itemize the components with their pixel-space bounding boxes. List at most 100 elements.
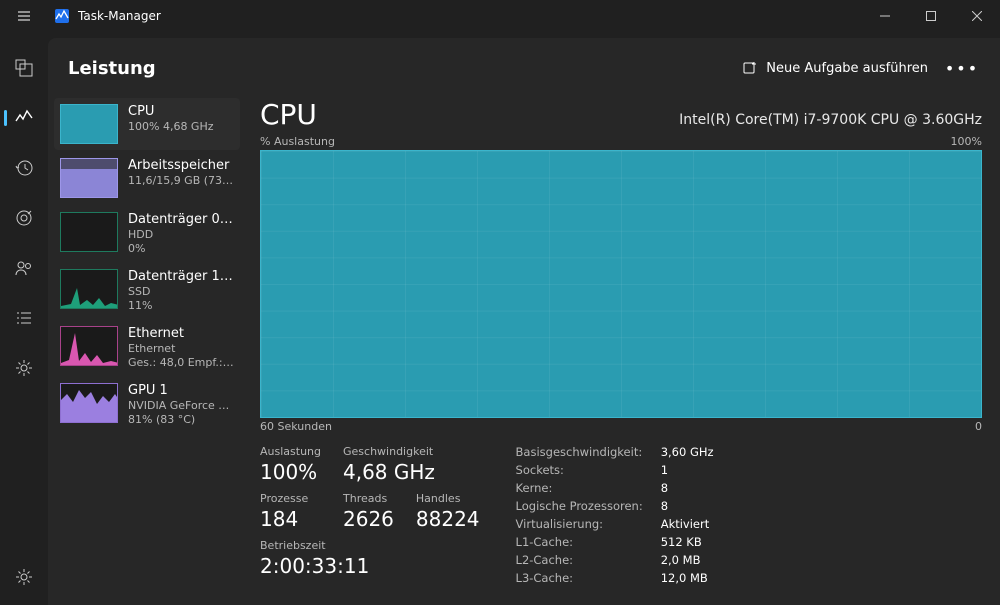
nav-performance[interactable] (4, 100, 44, 136)
app-title: Task-Manager (78, 9, 161, 23)
perf-sub: Ges.: 48,0 Empf.: 128 KB (128, 356, 234, 369)
stat-key: L1-Cache: (516, 535, 643, 549)
perf-sub: 0% (128, 242, 234, 255)
stat-label: Threads (343, 492, 394, 505)
nav-users[interactable] (4, 250, 44, 286)
stat-value: 184 (260, 507, 321, 531)
startup-icon (15, 209, 33, 227)
stat-key: L3-Cache: (516, 571, 643, 585)
performance-icon (15, 109, 33, 127)
perf-name: Arbeitsspeicher (128, 158, 234, 173)
chart-label-100: 100% (951, 135, 982, 148)
perf-name: Datenträger 0 (D:) (128, 212, 234, 227)
perf-item-memory[interactable]: Arbeitsspeicher 11,6/15,9 GB (73%) (54, 152, 240, 204)
stat-value: 100% (260, 460, 321, 484)
stat-val: Aktiviert (661, 517, 714, 531)
close-icon (972, 11, 982, 21)
stat-val: 3,60 GHz (661, 445, 714, 459)
stats-right: Basisgeschwindigkeit: 3,60 GHz Sockets: … (516, 445, 714, 585)
stat-label: Prozesse (260, 492, 321, 505)
stat-key: Sockets: (516, 463, 643, 477)
stat-key: Kerne: (516, 481, 643, 495)
detail-pane: CPU Intel(R) Core(TM) i7-9700K CPU @ 3.6… (246, 98, 1000, 605)
maximize-button[interactable] (908, 0, 954, 32)
perf-sub: 11% (128, 299, 234, 312)
app-icon (54, 8, 70, 24)
minimize-icon (880, 11, 890, 21)
mini-graph-memory (60, 158, 118, 198)
minimize-button[interactable] (862, 0, 908, 32)
nav-app-history[interactable] (4, 150, 44, 186)
performance-list: CPU 100% 4,68 GHz Arbeitsspeicher 11,6/1… (48, 98, 246, 605)
perf-sub: 11,6/15,9 GB (73%) (128, 174, 234, 187)
cpu-utilization-chart (260, 150, 982, 418)
perf-name: GPU 1 (128, 383, 234, 398)
perf-name: CPU (128, 104, 214, 119)
perf-item-disk1[interactable]: Datenträger 1 (C:) SSD 11% (54, 263, 240, 318)
perf-name: Datenträger 1 (C:) (128, 269, 234, 284)
stat-key: Virtualisierung: (516, 517, 643, 531)
stat-label: Geschwindigkeit (343, 445, 480, 458)
nav-settings[interactable] (4, 559, 44, 595)
mini-graph-gpu (60, 383, 118, 423)
page-header: Leistung Neue Aufgabe ausführen ••• (48, 38, 1000, 98)
stat-value: 88224 (416, 507, 480, 531)
cpu-model: Intel(R) Core(TM) i7-9700K CPU @ 3.60GHz (679, 112, 982, 128)
perf-sub: SSD (128, 285, 234, 298)
perf-sub: 81% (83 °C) (128, 413, 234, 426)
titlebar: Task-Manager (0, 0, 1000, 32)
perf-item-gpu[interactable]: GPU 1 NVIDIA GeForce R... 81% (83 °C) (54, 377, 240, 432)
nav-rail (0, 32, 48, 605)
mini-graph-cpu (60, 104, 118, 144)
more-button[interactable]: ••• (944, 52, 980, 84)
nav-processes[interactable] (4, 50, 44, 86)
hamburger-menu-button[interactable] (0, 0, 48, 32)
nav-startup[interactable] (4, 200, 44, 236)
detail-title: CPU (260, 98, 317, 131)
settings-icon (15, 568, 33, 586)
window-controls (862, 0, 1000, 32)
content-pane: Leistung Neue Aufgabe ausführen ••• CPU … (48, 38, 1000, 605)
new-task-icon (742, 60, 758, 76)
perf-sub: NVIDIA GeForce R... (128, 399, 234, 412)
perf-name: Ethernet (128, 326, 234, 341)
hamburger-icon (16, 8, 32, 24)
stat-value: 2626 (343, 507, 394, 531)
nav-details[interactable] (4, 300, 44, 336)
stat-key: Basisgeschwindigkeit: (516, 445, 643, 459)
mini-graph-ethernet (60, 326, 118, 366)
chart-label-0: 0 (975, 420, 982, 433)
nav-services[interactable] (4, 350, 44, 386)
stat-value: 4,68 GHz (343, 460, 480, 484)
new-task-label: Neue Aufgabe ausführen (766, 61, 928, 76)
perf-item-cpu[interactable]: CPU 100% 4,68 GHz (54, 98, 240, 150)
processes-icon (15, 59, 33, 77)
users-icon (15, 259, 33, 277)
stat-value: 2:00:33:11 (260, 554, 480, 578)
stat-val: 2,0 MB (661, 553, 714, 567)
stat-val: 8 (661, 499, 714, 513)
perf-sub: 100% 4,68 GHz (128, 120, 214, 133)
perf-sub: HDD (128, 228, 234, 241)
stat-label: Betriebszeit (260, 539, 480, 552)
stat-val: 512 KB (661, 535, 714, 549)
mini-graph-disk1 (60, 269, 118, 309)
details-icon (15, 309, 33, 327)
chart-label-util: % Auslastung (260, 135, 335, 148)
more-icon: ••• (945, 59, 979, 78)
stat-label: Auslastung (260, 445, 321, 458)
stat-val: 12,0 MB (661, 571, 714, 585)
stat-val: 1 (661, 463, 714, 477)
stats-row: Auslastung 100% Geschwindigkeit 4,68 GHz… (260, 445, 982, 585)
perf-sub: Ethernet (128, 342, 234, 355)
stat-val: 8 (661, 481, 714, 495)
chart-label-60s: 60 Sekunden (260, 420, 332, 433)
stat-label: Handles (416, 492, 480, 505)
new-task-button[interactable]: Neue Aufgabe ausführen (732, 54, 938, 82)
perf-item-disk0[interactable]: Datenträger 0 (D:) HDD 0% (54, 206, 240, 261)
close-button[interactable] (954, 0, 1000, 32)
mini-graph-disk0 (60, 212, 118, 252)
perf-item-ethernet[interactable]: Ethernet Ethernet Ges.: 48,0 Empf.: 128 … (54, 320, 240, 375)
maximize-icon (926, 11, 936, 21)
page-title: Leistung (68, 58, 156, 79)
